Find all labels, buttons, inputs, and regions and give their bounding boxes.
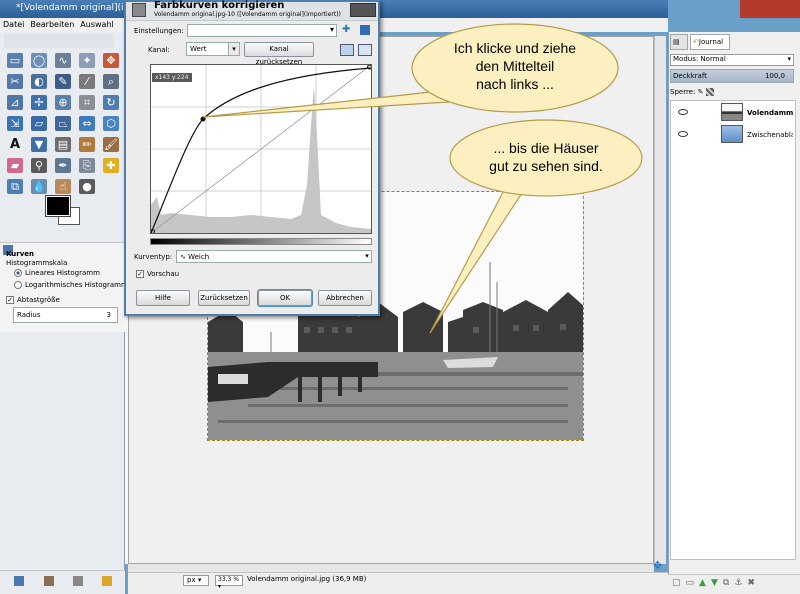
callout-one-text: Ich klicke und ziehe den Mittelteil nach… [430,39,600,93]
callout-one-pointer [202,90,451,118]
callout-one-line: den Mittelteil [475,58,555,74]
callout-one-line: Ich klicke und ziehe [453,40,577,56]
callout-two-line: ... bis die Häuser [493,140,599,156]
callout-two-pointer [429,189,526,334]
callout-one-line: nach links ... [476,76,554,92]
callout-bubbles [202,23,643,334]
callout-two-text: ... bis die Häuser gut zu sehen sind. [461,139,631,175]
callout-two-line: gut zu sehen sind. [489,158,603,174]
